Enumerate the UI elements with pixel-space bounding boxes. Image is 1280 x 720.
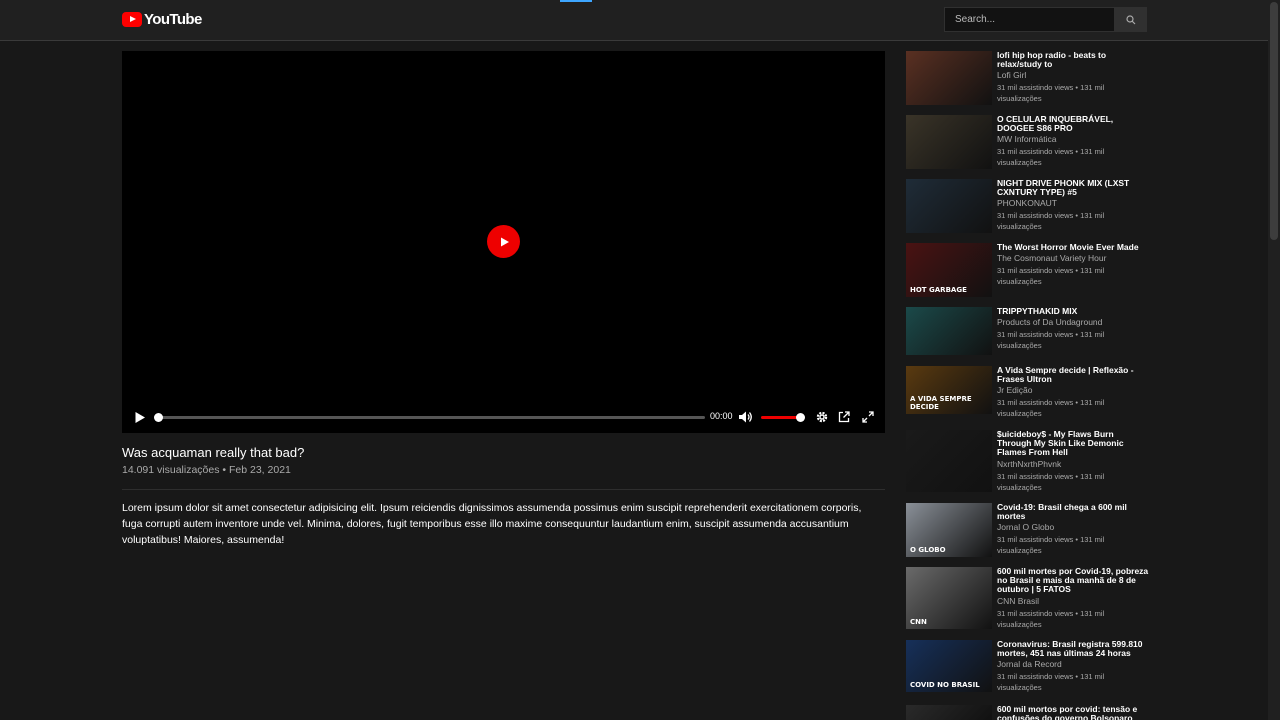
video-info: NIGHT DRIVE PHONK MIX (LXST CXNTURY TYPE… <box>997 178 1149 232</box>
play-button[interactable] <box>130 407 150 427</box>
video-stats: 31 mil assistindo views • 131 mil visual… <box>997 211 1105 232</box>
divider <box>122 489 885 490</box>
video-info: A Vida Sempre decide | Reflexão - Frases… <box>997 365 1149 419</box>
video-thumbnail[interactable] <box>906 179 992 233</box>
video-description: Lorem ipsum dolor sit amet consectetur a… <box>122 502 862 546</box>
video-stats: 31 mil assistindo views • 131 mil visual… <box>997 608 1105 629</box>
recommended-video-title[interactable]: The Worst Horror Movie Ever Made <box>997 242 1149 252</box>
video-thumbnail[interactable] <box>906 705 992 720</box>
channel-name[interactable]: PHONKONAUT <box>997 198 1149 209</box>
volume-icon <box>739 411 752 423</box>
video-stats: 31 mil assistindo views • 131 mil visual… <box>997 471 1105 492</box>
video-info: 600 mil mortes por Covid-19, pobreza no … <box>997 566 1149 630</box>
seek-bar[interactable] <box>154 413 705 422</box>
video-stats: 31 mil assistindo views • 131 mil visual… <box>997 83 1105 104</box>
video-thumbnail[interactable] <box>906 115 992 169</box>
channel-name[interactable]: CNN Brasil <box>997 596 1149 607</box>
channel-name[interactable]: NxrthNxrthPhvnk <box>997 459 1149 470</box>
recommended-video-title[interactable]: Coronavirus: Brasil registra 599.810 mor… <box>997 639 1149 658</box>
video-info: Coronavirus: Brasil registra 599.810 mor… <box>997 639 1149 693</box>
recommended-video-title[interactable]: 600 mil mortos por covid: tensão e confu… <box>997 704 1149 720</box>
recommended-video-title[interactable]: TRIPPYTHAKID MIX <box>997 306 1149 316</box>
channel-name[interactable]: Products of Da Undaground <box>997 317 1149 328</box>
recommended-video-title[interactable]: A Vida Sempre decide | Reflexão - Frases… <box>997 365 1149 384</box>
time-display: 00:00 <box>710 411 733 421</box>
video-thumbnail[interactable] <box>906 51 992 105</box>
video-info: O CELULAR INQUEBRÁVEL, DOOGEE S86 PRO MW … <box>997 114 1149 168</box>
video-stats: 31 mil assistindo views • 131 mil visual… <box>997 147 1105 168</box>
video-stats: 31 mil assistindo views • 131 mil visual… <box>997 398 1105 419</box>
top-bar: YouTube <box>0 0 1268 41</box>
channel-name[interactable]: Jornal da Record <box>997 659 1149 670</box>
video-meta: 14.091 visualizações • Feb 23, 2021 <box>122 464 291 476</box>
logo-text: YouTube <box>144 11 202 28</box>
volume-handle[interactable] <box>796 413 805 422</box>
recommended-video-title[interactable]: $uicideboy$ - My Flaws Burn Through My S… <box>997 429 1149 458</box>
video-thumbnail[interactable]: COVID NO BRASIL <box>906 640 992 692</box>
video-thumbnail[interactable]: A VIDA SEMPRE DECIDE <box>906 366 992 414</box>
thumbnail-caption: A VIDA SEMPRE DECIDE <box>910 395 972 411</box>
video-thumbnail[interactable]: O GLOBO <box>906 503 992 557</box>
search-bar <box>944 7 1147 32</box>
search-input[interactable] <box>944 7 1115 32</box>
popout-button[interactable] <box>834 407 854 427</box>
video-info: The Worst Horror Movie Ever Made The Cosm… <box>997 242 1149 287</box>
video-player[interactable]: 00:00 <box>122 51 885 433</box>
search-icon <box>1126 14 1136 24</box>
youtube-logo[interactable]: YouTube <box>122 11 202 28</box>
scrollbar-thumb[interactable] <box>1270 2 1278 240</box>
channel-name[interactable]: Jornal O Globo <box>997 522 1149 533</box>
big-play-button[interactable] <box>487 225 520 258</box>
video-stats: 31 mil assistindo views • 131 mil visual… <box>997 672 1105 693</box>
mute-button[interactable] <box>736 407 756 427</box>
search-button[interactable] <box>1115 7 1147 32</box>
video-thumbnail[interactable] <box>906 307 992 355</box>
play-icon <box>500 237 509 246</box>
seek-handle[interactable] <box>154 413 163 422</box>
video-stats: 31 mil assistindo views • 131 mil visual… <box>997 330 1105 351</box>
recommended-video-title[interactable]: lofi hip hop radio - beats to relax/stud… <box>997 50 1149 69</box>
video-stats: 31 mil assistindo views • 131 mil visual… <box>997 266 1105 287</box>
video-info: $uicideboy$ - My Flaws Burn Through My S… <box>997 429 1149 493</box>
channel-name[interactable]: MW Informática <box>997 134 1149 145</box>
video-info: lofi hip hop radio - beats to relax/stud… <box>997 50 1149 104</box>
thumbnail-caption: CNN <box>910 618 927 626</box>
page-scrollbar[interactable] <box>1268 0 1280 720</box>
settings-button[interactable] <box>812 407 832 427</box>
video-info: 600 mil mortos por covid: tensão e confu… <box>997 704 1149 720</box>
external-link-icon <box>838 411 850 423</box>
thumbnail-caption: O GLOBO <box>910 546 946 554</box>
recommended-video-title[interactable]: NIGHT DRIVE PHONK MIX (LXST CXNTURY TYPE… <box>997 178 1149 197</box>
volume-slider[interactable] <box>761 413 805 422</box>
active-tab-indicator <box>560 0 592 2</box>
channel-name[interactable]: The Cosmonaut Variety Hour <box>997 253 1149 264</box>
video-stats: 31 mil assistindo views • 131 mil visual… <box>997 535 1105 556</box>
video-thumbnail[interactable] <box>906 430 992 492</box>
recommended-video-title[interactable]: Covid-19: Brasil chega a 600 mil mortes <box>997 502 1149 521</box>
video-thumbnail[interactable]: HOT GARBAGE <box>906 243 992 297</box>
recommended-video-title[interactable]: O CELULAR INQUEBRÁVEL, DOOGEE S86 PRO <box>997 114 1149 133</box>
video-info: TRIPPYTHAKID MIX Products of Da Undagroun… <box>997 306 1149 351</box>
video-info: Covid-19: Brasil chega a 600 mil mortes J… <box>997 502 1149 556</box>
thumbnail-caption: HOT GARBAGE <box>910 286 967 294</box>
fullscreen-icon <box>862 411 874 423</box>
youtube-logo-icon <box>122 12 142 27</box>
channel-name[interactable]: Lofi Girl <box>997 70 1149 81</box>
player-controls: 00:00 <box>122 403 885 431</box>
fullscreen-button[interactable] <box>858 407 878 427</box>
recommended-video-title[interactable]: 600 mil mortes por Covid-19, pobreza no … <box>997 566 1149 595</box>
play-icon <box>135 411 145 423</box>
video-title: Was acquaman really that bad? <box>122 445 305 460</box>
gear-icon <box>816 411 828 423</box>
video-thumbnail[interactable]: CNN <box>906 567 992 629</box>
channel-name[interactable]: Jr Edição <box>997 385 1149 396</box>
thumbnail-caption: COVID NO BRASIL <box>910 681 980 689</box>
